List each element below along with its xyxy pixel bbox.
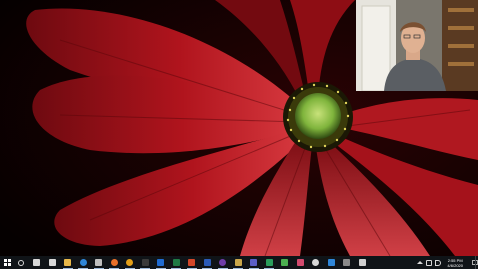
taskbar-button-edge-browser[interactable] — [77, 256, 89, 269]
taskbar-button-settings-gear[interactable] — [93, 256, 105, 269]
taskbar-button-obs-record[interactable] — [217, 256, 229, 269]
taskbar-button-maps[interactable] — [263, 256, 275, 269]
taskbar-button-onedrive[interactable] — [325, 256, 337, 269]
taskbar-button-firefox[interactable] — [108, 256, 120, 269]
search-icon — [18, 259, 24, 266]
taskbar-button-word[interactable] — [201, 256, 213, 269]
start-button[interactable] — [2, 256, 12, 269]
teams-icon — [250, 259, 257, 266]
taskbar-button-photos[interactable] — [232, 256, 244, 269]
clock-app-icon — [312, 259, 319, 266]
taskbar-button-outlook[interactable] — [155, 256, 167, 269]
media-player-icon — [296, 259, 304, 266]
taskbar-button-terminal[interactable] — [139, 256, 151, 269]
chrome-icon — [126, 259, 133, 266]
firefox-icon — [110, 259, 118, 266]
task-view-icon — [33, 259, 40, 266]
file-explorer-icon — [64, 259, 71, 266]
widgets-icon — [48, 259, 56, 266]
onedrive-icon — [327, 259, 335, 266]
taskbar-button-file-explorer[interactable] — [62, 256, 74, 269]
excel-icon — [172, 259, 180, 266]
taskbar-button-notes[interactable] — [279, 256, 291, 269]
word-icon — [203, 259, 211, 266]
chevron-up-icon[interactable] — [417, 261, 424, 264]
obs-record-icon — [219, 259, 226, 266]
terminal-icon — [141, 259, 149, 266]
taskbar-button-search[interactable] — [15, 256, 27, 269]
maps-icon — [265, 259, 273, 266]
system-tray: 2:55 PM 4/6/2020 — [414, 256, 478, 269]
taskbar-button-excel[interactable] — [170, 256, 182, 269]
taskbar-button-task-view[interactable] — [31, 256, 43, 269]
network-icon[interactable] — [426, 259, 433, 266]
presenter-video — [356, 0, 478, 91]
powerpoint-icon — [188, 259, 195, 266]
settings-gear-icon — [95, 259, 102, 266]
notes-icon — [281, 259, 288, 266]
calculator-icon — [343, 259, 350, 266]
clock-date: 4/6/2020 — [447, 262, 463, 268]
taskbar-button-shortcut[interactable] — [356, 256, 368, 269]
outlook-icon — [157, 259, 164, 266]
photos-icon — [234, 259, 242, 266]
taskbar-button-powerpoint[interactable] — [186, 256, 198, 269]
taskbar-button-widgets[interactable] — [46, 256, 58, 269]
taskbar-button-teams[interactable] — [248, 256, 260, 269]
windows-logo-icon — [3, 259, 11, 266]
clock[interactable]: 2:55 PM 4/6/2020 — [447, 258, 463, 268]
volume-icon[interactable] — [435, 259, 442, 266]
taskbar: 2:55 PM 4/6/2020 — [0, 256, 478, 269]
webcam-overlay — [356, 0, 478, 91]
shortcut-icon — [358, 259, 366, 266]
taskbar-button-clock-app[interactable] — [310, 256, 322, 269]
taskbar-button-media-player[interactable] — [294, 256, 306, 269]
taskbar-button-calculator[interactable] — [341, 256, 353, 269]
edge-browser-icon — [79, 259, 87, 266]
taskbar-button-chrome[interactable] — [124, 256, 136, 269]
